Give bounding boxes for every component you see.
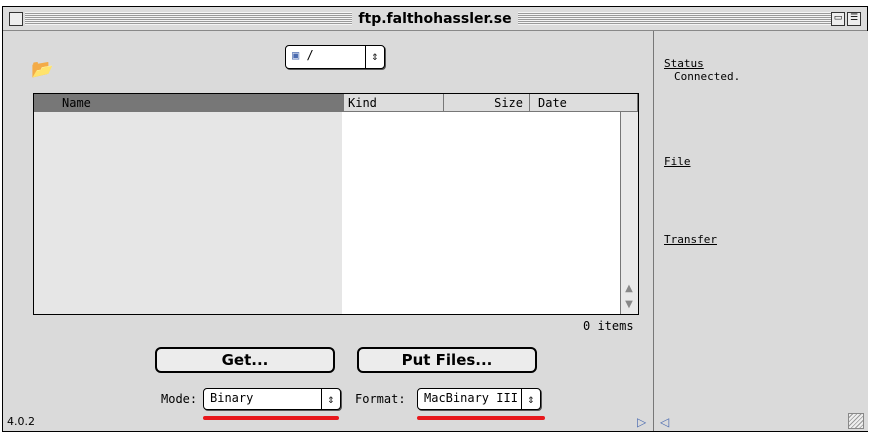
up-down-arrows-icon: ⇕ [521, 389, 540, 409]
version-label: 4.0.2 [7, 415, 35, 428]
file-list[interactable]: Name Kind Size Date ▲ ▼ [33, 93, 639, 315]
format-value: MacBinary III [424, 391, 518, 405]
mode-label: Mode: [161, 392, 198, 406]
zoom-box[interactable]: ▭ [831, 12, 845, 26]
status-label: Status [664, 57, 704, 70]
status-sidebar: Status Connected. File Transfer ◁ [653, 31, 868, 431]
column-kind[interactable]: Kind [344, 94, 444, 112]
collapse-box[interactable]: ☰ [847, 12, 861, 26]
format-popup[interactable]: MacBinary III ⇕ [417, 388, 541, 410]
resize-grip[interactable] [848, 413, 864, 429]
ftp-window: ftp.falthohassler.se ▭ ☰ 📂 ▣ / ⇕ Name Ki… [2, 6, 868, 432]
file-label: File [664, 155, 691, 168]
status-value: Connected. [674, 70, 741, 83]
path-popup[interactable]: ▣ / ⇕ [285, 45, 385, 69]
up-down-arrows-icon: ⇕ [365, 46, 384, 68]
column-name[interactable]: Name [34, 94, 344, 112]
mode-value: Binary [210, 391, 254, 405]
mode-popup[interactable]: Binary ⇕ [203, 388, 341, 410]
put-files-button[interactable]: Put Files... [357, 347, 537, 373]
path-value: / [306, 48, 314, 62]
format-label: Format: [355, 392, 406, 406]
up-down-arrows-icon: ⇕ [321, 389, 340, 409]
arrow-up-icon[interactable]: ▲ [621, 283, 637, 298]
folder-icon: ▣ [292, 48, 300, 62]
mode-underline [203, 416, 339, 420]
left-triangle-icon[interactable]: ◁ [660, 415, 669, 429]
title-bar[interactable]: ftp.falthohassler.se ▭ ☰ [3, 7, 867, 31]
items-count: 0 items [583, 319, 634, 333]
right-triangle-icon[interactable]: ▷ [637, 415, 646, 429]
vertical-scrollbar[interactable]: ▲ ▼ [620, 112, 638, 314]
arrow-down-icon[interactable]: ▼ [621, 299, 637, 314]
transfer-label: Transfer [664, 233, 717, 246]
format-underline [417, 416, 545, 420]
column-date[interactable]: Date [530, 94, 638, 112]
window-title: ftp.falthohassler.se [352, 11, 518, 27]
folder-icon: 📂 [31, 59, 54, 80]
name-column-body [34, 112, 342, 314]
column-size[interactable]: Size [444, 94, 530, 112]
get-button[interactable]: Get... [155, 347, 335, 373]
